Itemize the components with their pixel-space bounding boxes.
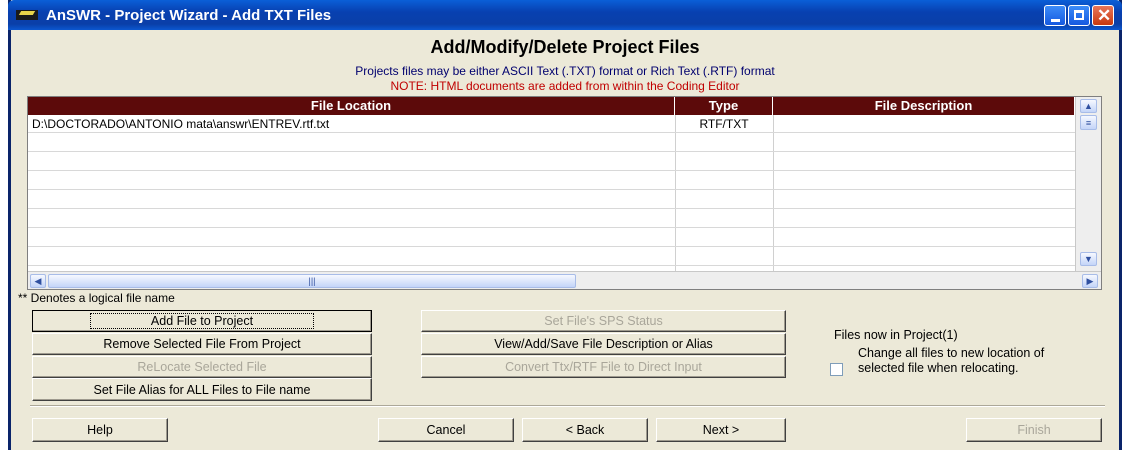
html-note: NOTE: HTML documents are added from with…: [390, 79, 740, 93]
close-icon: ✕: [1097, 6, 1112, 25]
file-location-cell: D:\DOCTORADO\ANTONIO mata\answr\ENTREV.r…: [32, 117, 330, 131]
column-header-description[interactable]: File Description: [773, 97, 1075, 115]
add-file-label: Add File to Project: [89, 313, 315, 329]
minimize-icon: [1051, 19, 1060, 22]
table-row[interactable]: [28, 229, 1075, 247]
table-row[interactable]: [28, 248, 1075, 266]
title-bar[interactable]: AnSWR - Project Wizard - Add TXT Files: [8, 0, 1122, 30]
help-button[interactable]: Help: [32, 418, 168, 442]
table-row[interactable]: [28, 153, 1075, 171]
set-alias-all-button[interactable]: Set File Alias for ALL Files to File nam…: [32, 378, 372, 401]
divider: [30, 405, 1105, 407]
back-button[interactable]: < Back: [522, 418, 648, 442]
file-type-cell: RTF/TXT: [699, 117, 749, 131]
next-button[interactable]: Next >: [656, 418, 786, 442]
file-description-cell: [778, 115, 1073, 133]
format-subtitle: Projects files may be either ASCII Text …: [355, 64, 775, 78]
minimize-button[interactable]: [1044, 5, 1066, 26]
relocate-all-label: Change all files to new location of sele…: [858, 346, 1045, 375]
relocate-file-button[interactable]: ReLocate Selected File: [32, 356, 372, 378]
scroll-left-icon[interactable]: ◀: [30, 274, 46, 288]
vertical-scrollbar[interactable]: ▲ ≡ ▼: [1075, 97, 1101, 271]
column-header-type[interactable]: Type: [675, 97, 773, 115]
cancel-button[interactable]: Cancel: [378, 418, 514, 442]
horizontal-scrollbar[interactable]: ◀ ||| ▶: [28, 271, 1101, 289]
maximize-button[interactable]: [1068, 5, 1090, 26]
table-row[interactable]: [28, 210, 1075, 228]
table-row[interactable]: [28, 191, 1075, 209]
scroll-down-icon[interactable]: ▼: [1080, 252, 1097, 266]
finish-button[interactable]: Finish: [966, 418, 1102, 442]
logical-file-note: ** Denotes a logical file name: [18, 291, 175, 305]
scroll-up-icon[interactable]: ▲: [1080, 99, 1097, 113]
vertical-scroll-thumb[interactable]: ≡: [1080, 115, 1097, 130]
column-header-location[interactable]: File Location: [28, 97, 675, 115]
scroll-right-icon[interactable]: ▶: [1082, 274, 1098, 288]
set-sps-status-button[interactable]: Set File's SPS Status: [421, 310, 786, 332]
remove-file-button[interactable]: Remove Selected File From Project: [32, 333, 372, 355]
close-button[interactable]: ✕: [1092, 5, 1114, 26]
table-row[interactable]: D:\DOCTORADO\ANTONIO mata\answr\ENTREV.r…: [28, 115, 1075, 133]
window-title: AnSWR - Project Wizard - Add TXT Files: [46, 6, 332, 24]
convert-file-button[interactable]: Convert Ttx/RTF File to Direct Input: [421, 356, 786, 378]
view-description-button[interactable]: View/Add/Save File Description or Alias: [421, 333, 786, 355]
table-row[interactable]: [28, 172, 1075, 190]
maximize-icon: [1074, 10, 1084, 20]
files-count-label: Files now in Project(1): [834, 328, 958, 342]
horizontal-scroll-thumb[interactable]: |||: [48, 274, 576, 288]
table-row[interactable]: [28, 134, 1075, 152]
page-heading: Add/Modify/Delete Project Files: [430, 37, 700, 57]
file-grid[interactable]: File Location Type File Description D:\D…: [27, 96, 1102, 290]
app-icon: [16, 8, 38, 22]
add-file-button[interactable]: Add File to Project: [32, 310, 372, 332]
relocate-all-checkbox[interactable]: [830, 363, 843, 376]
